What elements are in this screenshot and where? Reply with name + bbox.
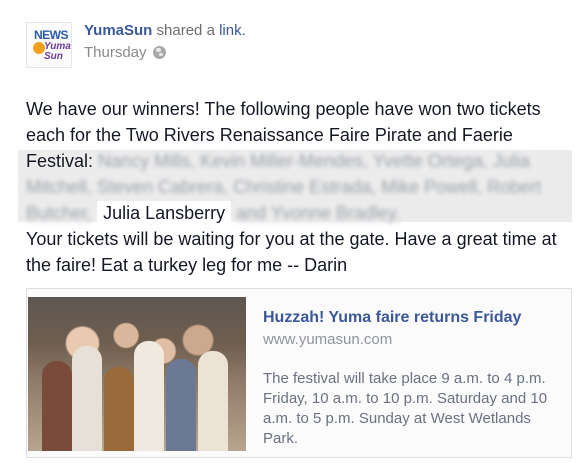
figure-shape (166, 359, 196, 451)
winner-name: Julia Lansberry (97, 201, 232, 225)
link-description: The festival will take place 9 a.m. to 4… (263, 370, 548, 447)
author-link[interactable]: YumaSun (84, 22, 152, 39)
message-closing: Your tickets will be waiting for you at … (26, 229, 557, 275)
post-header: YumaSun shared a link. (84, 22, 246, 39)
link-thumbnail[interactable] (28, 297, 246, 451)
link-title[interactable]: Huzzah! Yuma faire returns Friday (263, 309, 521, 327)
page-avatar[interactable]: NEWS Yuma Sun (26, 22, 72, 68)
figure-shape (198, 351, 228, 451)
avatar-logo-yumasun: Yuma Sun (44, 41, 71, 62)
facebook-post: NEWS Yuma Sun YumaSun shared a link. Thu… (0, 0, 580, 474)
blurred-names-end: and Yvonne Bradley. (236, 203, 401, 223)
shared-link-text[interactable]: link. (219, 22, 246, 39)
link-domain: www.yumasun.com (263, 331, 393, 348)
post-meta: Thursday (84, 44, 166, 61)
action-text: shared a (156, 22, 215, 39)
figure-shape (104, 367, 134, 451)
figure-shape (42, 361, 72, 451)
timestamp[interactable]: Thursday (84, 44, 147, 61)
avatar-logo-news: NEWS (34, 28, 69, 42)
figure-shape (134, 341, 164, 451)
figure-shape (72, 346, 102, 451)
post-message: We have our winners! The following peopl… (26, 96, 566, 278)
globe-icon[interactable] (152, 46, 166, 59)
link-preview-card[interactable]: Huzzah! Yuma faire returns Friday www.yu… (26, 288, 572, 458)
